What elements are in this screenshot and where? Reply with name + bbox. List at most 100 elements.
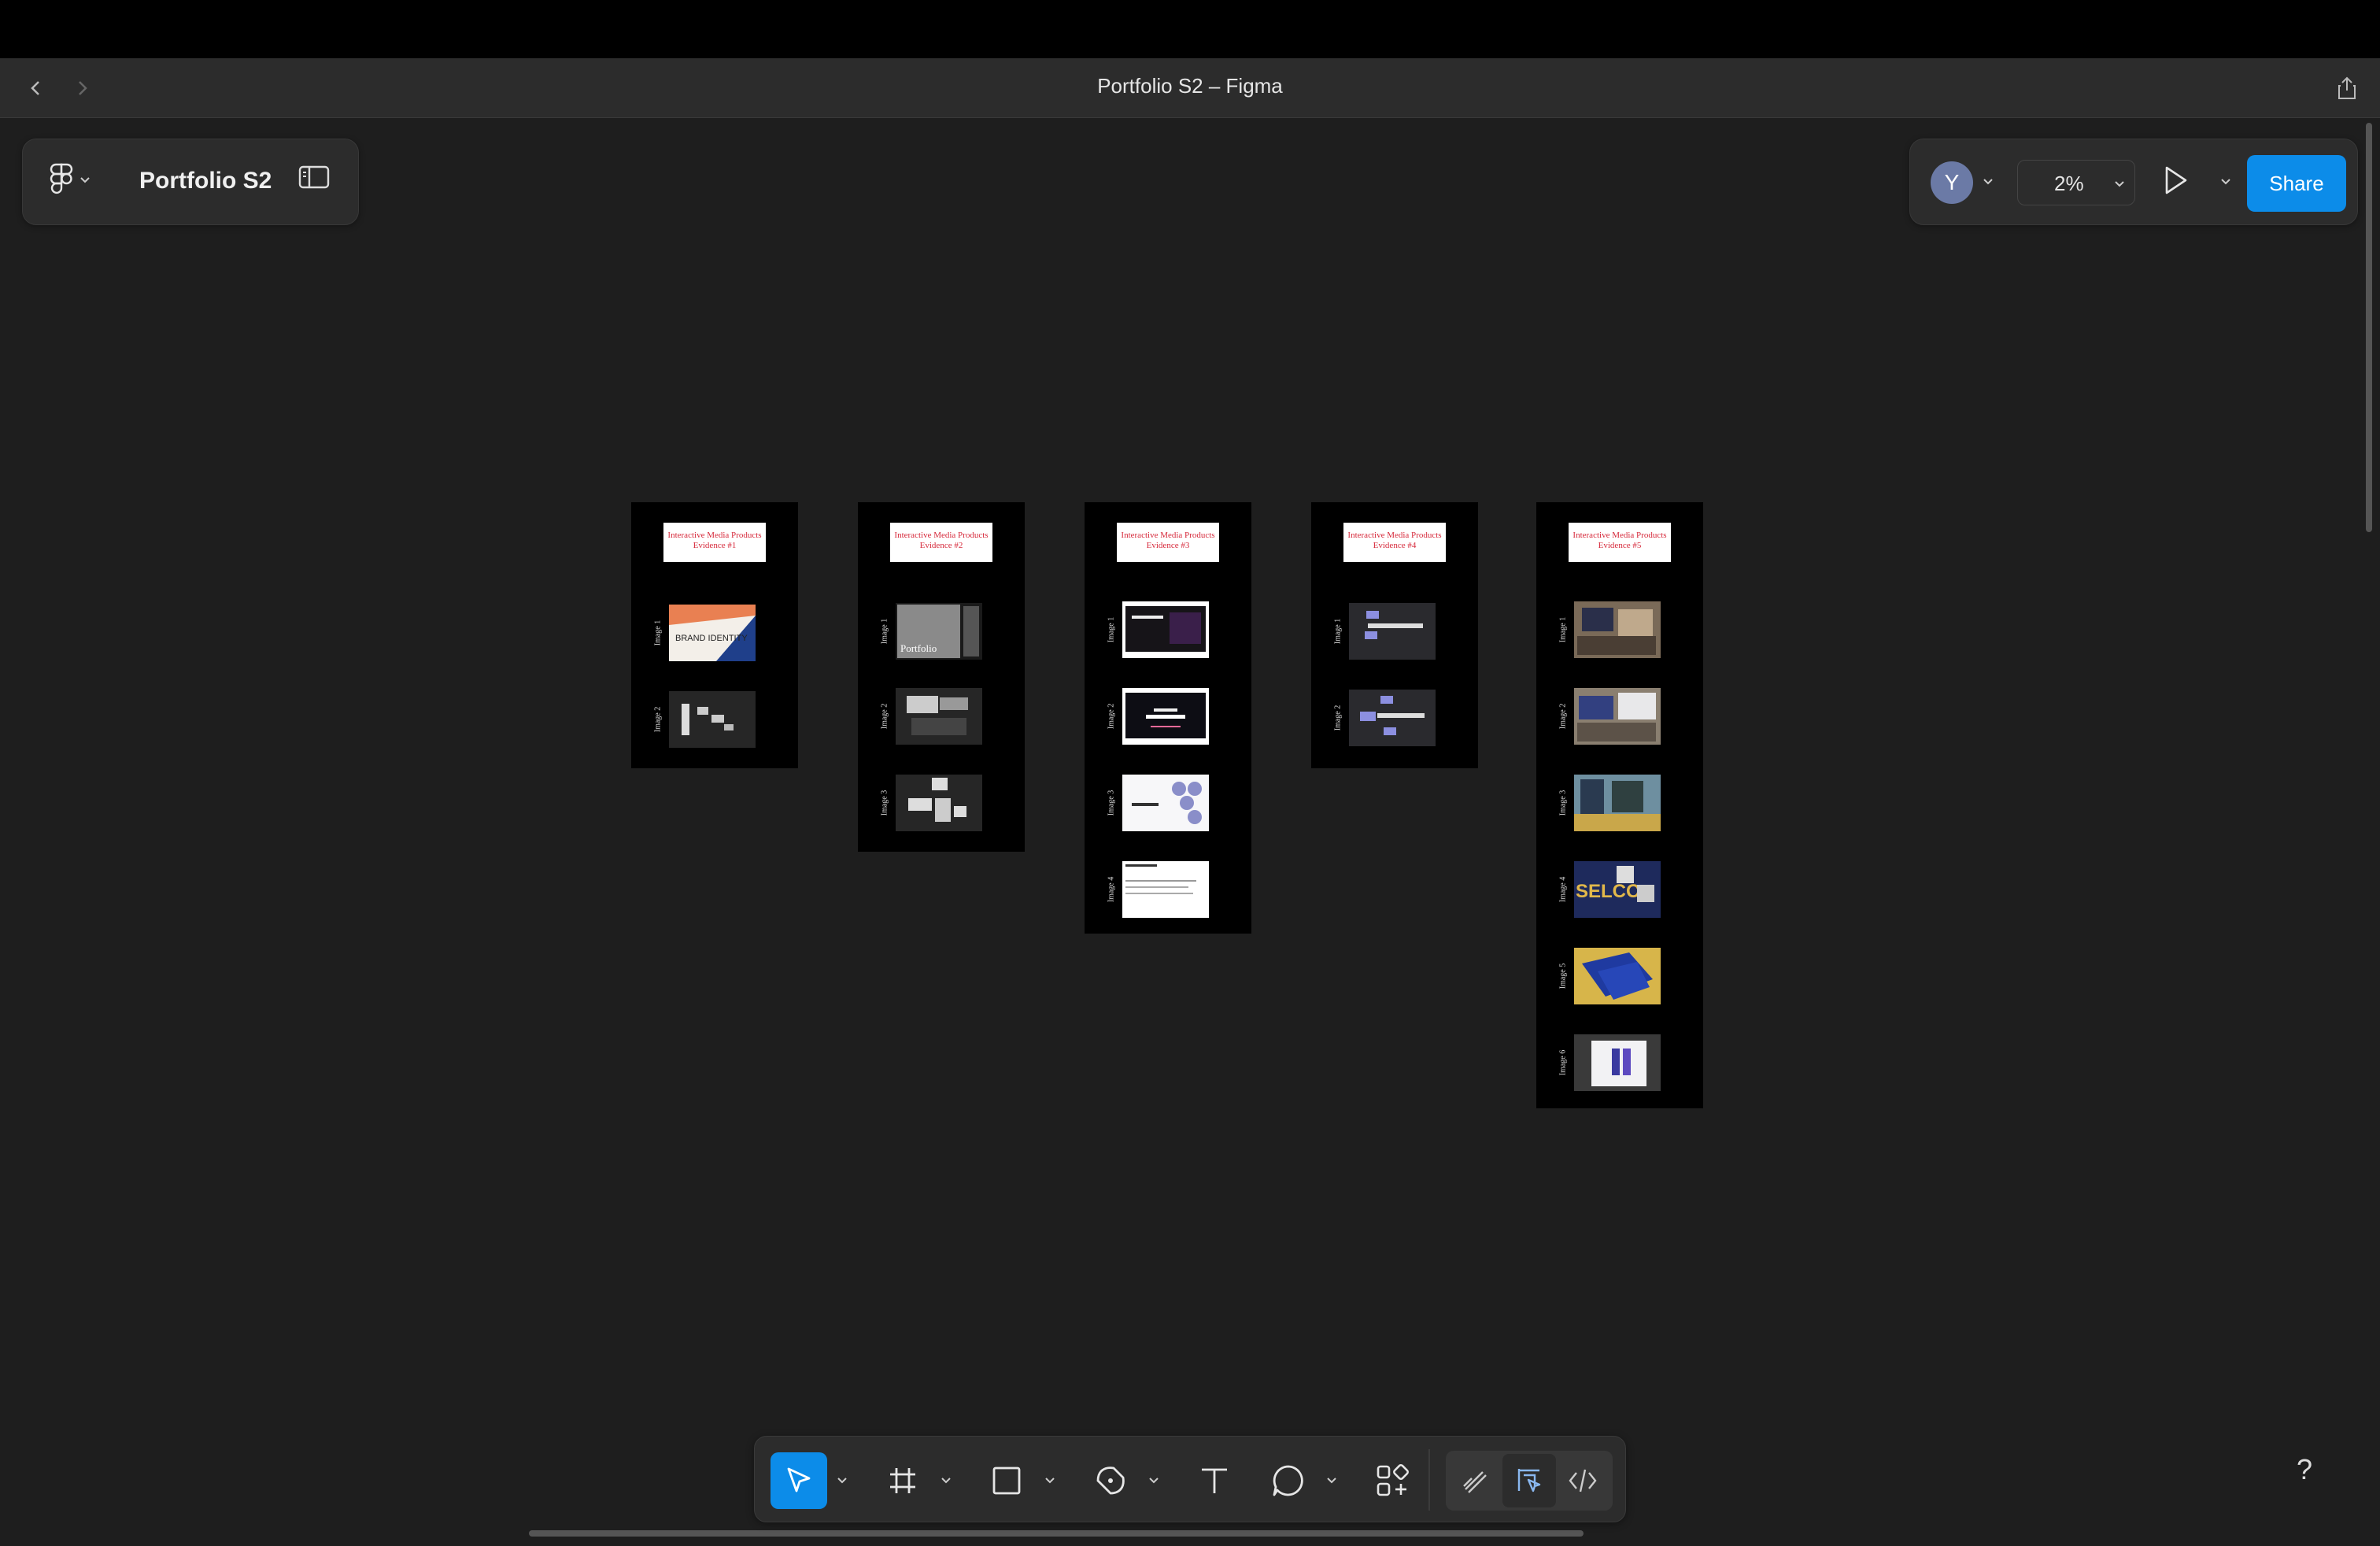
image-thumbnail[interactable] <box>1122 775 1209 831</box>
chevron-down-icon <box>2114 178 2125 192</box>
window-title-bar: Portfolio S2 – Figma <box>0 58 2380 118</box>
evidence-frame-4[interactable]: Interactive Media Products Evidence #4 I… <box>1311 502 1478 768</box>
zoom-value: 2% <box>2054 172 2084 195</box>
rectangle-tool[interactable] <box>978 1452 1035 1509</box>
sidebar-toggle-icon[interactable] <box>298 165 330 194</box>
move-tool[interactable] <box>771 1452 827 1509</box>
horizontal-scrollbar[interactable] <box>529 1530 1584 1537</box>
image-thumbnail[interactable] <box>1574 601 1661 658</box>
image-row: Image 2 <box>858 688 1025 745</box>
image-thumbnail[interactable] <box>896 775 982 831</box>
image-thumbnail[interactable] <box>1122 601 1209 658</box>
window-title: Portfolio S2 – Figma <box>1097 74 1283 98</box>
chevron-down-icon <box>79 174 91 188</box>
image-label: Image 2 <box>1558 703 1568 730</box>
image-row: Image 1 BRAND IDENTITY <box>631 605 798 661</box>
share-button[interactable]: Share <box>2247 155 2346 212</box>
evidence-frame-5[interactable]: Interactive Media Products Evidence #5 I… <box>1536 502 1703 1108</box>
cursor-icon <box>787 1467 811 1492</box>
image-thumbnail[interactable] <box>1122 861 1209 918</box>
image-thumbnail[interactable] <box>1349 603 1436 660</box>
image-row: Image 3 <box>1536 775 1703 831</box>
image-thumbnail[interactable] <box>669 691 756 748</box>
mode-switcher <box>1446 1451 1613 1511</box>
frame-tool[interactable] <box>874 1452 931 1509</box>
image-label: Image 1 <box>1558 616 1568 643</box>
image-row: Image 1 <box>1085 601 1251 658</box>
frame-header: Interactive Media Products Evidence #4 <box>1343 523 1446 562</box>
comment-icon <box>1273 1465 1303 1496</box>
frame-header: Interactive Media Products Evidence #1 <box>663 523 766 562</box>
toolbar-divider <box>1428 1449 1430 1511</box>
image-label: Image 6 <box>1558 1049 1568 1076</box>
image-thumbnail[interactable] <box>1349 690 1436 746</box>
image-label: Image 4 <box>1107 876 1116 903</box>
actions-icon <box>1377 1464 1409 1496</box>
header-actions-panel: Y 2% Share <box>1909 139 2358 225</box>
menu-bar <box>0 0 2380 58</box>
image-thumbnail[interactable]: BRAND IDENTITY <box>669 605 756 661</box>
image-thumbnail[interactable]: Portfolio <box>896 603 982 660</box>
frame-header: Interactive Media Products Evidence #3 <box>1117 523 1219 562</box>
figma-logo-icon <box>50 163 73 198</box>
frame-header: Interactive Media Products Evidence #5 <box>1569 523 1671 562</box>
dev-mode-button[interactable] <box>1556 1454 1609 1507</box>
chevron-down-icon[interactable] <box>1326 1474 1337 1489</box>
rectangle-icon <box>992 1466 1021 1495</box>
chevron-down-icon[interactable] <box>1044 1474 1055 1489</box>
image-row: Image 2 <box>631 691 798 748</box>
image-row: Image 5 <box>1536 948 1703 1004</box>
image-thumbnail[interactable] <box>1574 775 1661 831</box>
image-label: Image 1 <box>653 620 663 646</box>
image-row: Image 2 <box>1085 688 1251 745</box>
chevron-down-icon[interactable] <box>1148 1474 1159 1489</box>
image-label: Image 1 <box>1107 616 1116 643</box>
avatar[interactable]: Y <box>1931 161 1973 204</box>
chevron-down-icon[interactable] <box>2220 176 2231 190</box>
actions-tool[interactable] <box>1364 1452 1421 1509</box>
pen-icon <box>1096 1466 1125 1495</box>
vertical-scrollbar[interactable] <box>2366 123 2372 532</box>
image-row: Image 1 <box>1311 603 1478 660</box>
text-tool[interactable] <box>1186 1452 1243 1509</box>
image-thumbnail[interactable] <box>896 688 982 745</box>
main-menu-button[interactable] <box>50 163 91 198</box>
pen-tool[interactable] <box>1082 1452 1139 1509</box>
image-row: Image 6 <box>1536 1034 1703 1091</box>
thumb-text: BRAND IDENTITY <box>675 634 748 643</box>
chevron-down-icon[interactable] <box>837 1474 848 1489</box>
image-thumbnail[interactable]: SELCO <box>1574 861 1661 918</box>
system-share-icon[interactable] <box>2330 71 2364 105</box>
image-thumbnail[interactable] <box>1122 688 1209 745</box>
present-play-icon[interactable] <box>2162 165 2189 200</box>
file-name[interactable]: Portfolio S2 <box>139 168 272 194</box>
zoom-dropdown[interactable]: 2% <box>2017 160 2135 205</box>
frame-icon <box>890 1468 915 1493</box>
image-label: Image 2 <box>653 706 663 733</box>
image-label: Image 2 <box>1333 705 1343 731</box>
image-label: Image 3 <box>1558 790 1568 816</box>
image-row: Image 3 <box>858 775 1025 831</box>
code-icon <box>1569 1469 1597 1492</box>
frame-header: Interactive Media Products Evidence #2 <box>890 523 992 562</box>
chevron-down-icon[interactable] <box>941 1474 952 1489</box>
image-thumbnail[interactable] <box>1574 1034 1661 1091</box>
comment-tool[interactable] <box>1260 1452 1317 1509</box>
chevron-down-icon[interactable] <box>1983 176 1994 190</box>
evidence-frame-1[interactable]: Interactive Media Products Evidence #1 I… <box>631 502 798 768</box>
image-thumbnail[interactable] <box>1574 948 1661 1004</box>
image-row: Image 3 <box>1085 775 1251 831</box>
image-label: Image 1 <box>880 618 889 645</box>
design-mode-button[interactable] <box>1502 1454 1556 1507</box>
evidence-frame-3[interactable]: Interactive Media Products Evidence #3 I… <box>1085 502 1251 934</box>
help-button[interactable]: ? <box>2297 1453 2312 1486</box>
draw-mode-button[interactable] <box>1449 1454 1502 1507</box>
evidence-frame-2[interactable]: Interactive Media Products Evidence #2 I… <box>858 502 1025 852</box>
image-label: Image 4 <box>1558 876 1568 903</box>
image-row: Image 1 Portfolio <box>858 603 1025 660</box>
draw-mode-icon <box>1463 1471 1487 1493</box>
text-icon <box>1202 1468 1227 1493</box>
image-row: Image 4 <box>1085 861 1251 918</box>
image-thumbnail[interactable] <box>1574 688 1661 745</box>
image-label: Image 1 <box>1333 618 1343 645</box>
